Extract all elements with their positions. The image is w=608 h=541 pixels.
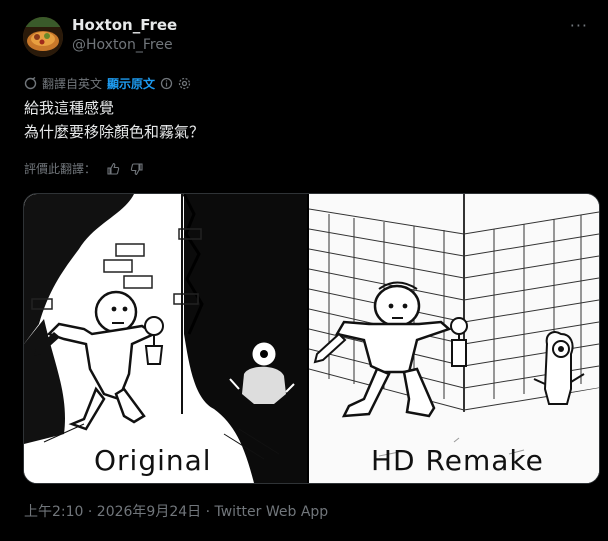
original-label: Original — [94, 444, 212, 477]
rate-translation-label: 評價此翻譯： — [24, 162, 97, 176]
tweet-line-1: 給我這種感覺 — [24, 99, 115, 117]
author-display-name[interactable]: Hoxton_Free — [72, 16, 177, 34]
tweet-body: 給我這種感覺 為什麼要移除顏色和霧氣？ — [24, 96, 204, 144]
gear-icon[interactable] — [178, 77, 191, 90]
translate-icon — [24, 77, 37, 90]
original-comparison-panel: Original — [24, 194, 307, 483]
original-illustration — [24, 194, 307, 483]
avatar[interactable] — [23, 17, 63, 57]
more-options-icon[interactable]: ··· — [570, 16, 588, 35]
hd-remake-illustration — [308, 194, 599, 483]
rate-translation-row: 評價此翻譯： — [24, 160, 144, 177]
translation-row: 翻譯自英文 顯示原文 — [24, 75, 191, 92]
tweet-media[interactable]: Original HD Remake — [23, 193, 600, 484]
thumbs-down-icon[interactable] — [130, 162, 144, 176]
author-handle[interactable]: @Hoxton_Free — [72, 37, 173, 53]
show-original-link[interactable]: 顯示原文 — [107, 75, 155, 92]
avatar-image — [23, 17, 63, 57]
thumbs-up-icon[interactable] — [106, 162, 120, 176]
info-icon[interactable] — [160, 77, 173, 90]
tweet-line-2: 為什麼要移除顏色和霧氣？ — [24, 123, 205, 141]
hd-remake-label: HD Remake — [371, 444, 544, 477]
hd-remake-comparison-panel: HD Remake — [308, 194, 599, 483]
tweet-timestamp[interactable]: 上午2:10 · 2026年9月24日 · Twitter Web App — [24, 501, 328, 521]
translated-from-label: 翻譯自英文 — [42, 77, 103, 91]
